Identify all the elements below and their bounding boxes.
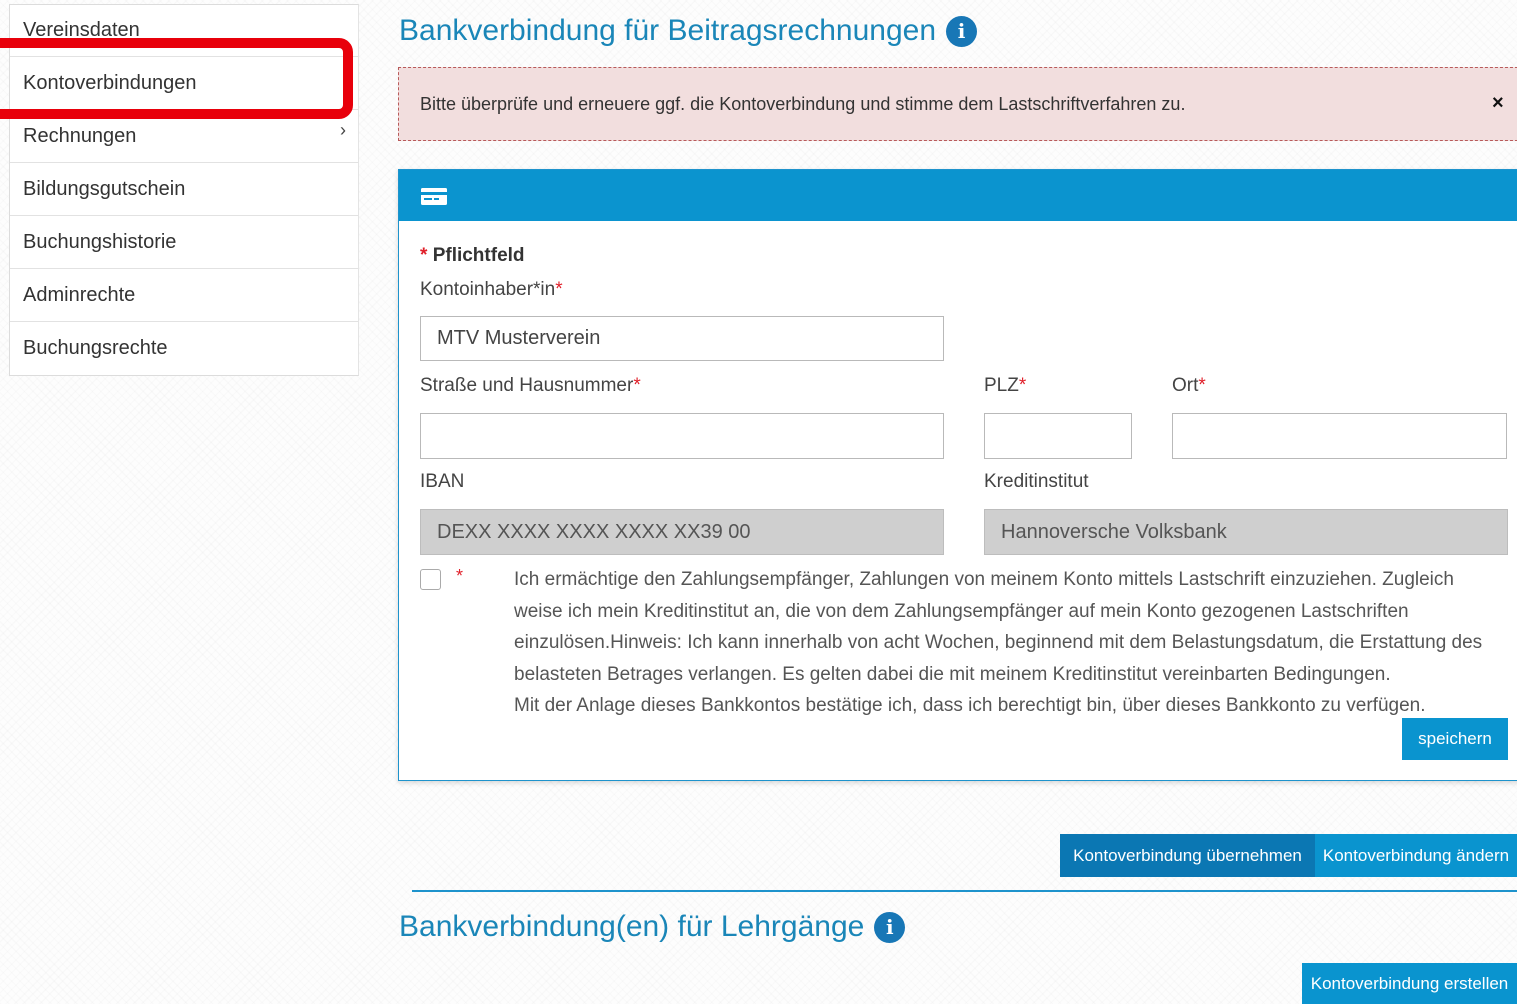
sidebar-item-vereinsdaten[interactable]: Vereinsdaten <box>10 5 358 57</box>
iban-field: DEXX XXXX XXXX XXXX XX39 00 <box>420 509 944 555</box>
street-label: Straße und Hausnummer* <box>420 375 641 396</box>
section-title: Bankverbindung(en) für Lehrgänge <box>399 910 865 943</box>
sidebar-item-buchungsrechte[interactable]: Buchungsrechte <box>10 322 358 375</box>
required-note: * Pflichtfeld <box>420 245 525 266</box>
card-header <box>399 170 1517 221</box>
sidebar-item-label: Buchungsrechte <box>23 337 168 359</box>
sidebar-item-label: Kontoverbindungen <box>23 71 197 94</box>
consent-required-marker: * <box>456 566 464 586</box>
info-icon[interactable]: i <box>874 911 906 943</box>
sidebar-item-adminrechte[interactable]: Adminrechte <box>10 269 358 322</box>
alert-message: Bitte überprüfe und erneuere ggf. die Ko… <box>398 67 1517 141</box>
consent-checkbox[interactable] <box>420 569 441 590</box>
sidebar-item-bildungsgutschein[interactable]: Bildungsgutschein <box>10 163 358 216</box>
city-label: Ort* <box>1172 375 1206 396</box>
section-title-lehrgaenge: Bankverbindung(en) für Lehrgänge i <box>399 910 906 944</box>
iban-label: IBAN <box>420 471 465 492</box>
sidebar-item-label: Bildungsgutschein <box>23 177 186 200</box>
adopt-account-button[interactable]: Kontoverbindung übernehmen <box>1060 834 1315 877</box>
sidebar-item-buchungshistorie[interactable]: Buchungshistorie <box>10 216 358 269</box>
bank-field: Hannoversche Volksbank <box>984 509 1508 555</box>
account-holder-label: Kontoinhaber*in* <box>420 279 563 300</box>
sidebar-item-label: Buchungshistorie <box>23 230 177 253</box>
sidebar-item-kontoverbindungen[interactable]: Kontoverbindungen <box>10 57 358 110</box>
save-button[interactable]: speichern <box>1402 718 1508 760</box>
sidebar-item-label: Vereinsdaten <box>23 19 140 41</box>
sidebar-item-rechnungen[interactable]: Rechnungen › <box>10 110 358 163</box>
street-input[interactable] <box>420 413 944 459</box>
zip-input[interactable] <box>984 413 1132 459</box>
sidebar: Vereinsdaten Kontoverbindungen Rechnunge… <box>9 4 359 376</box>
page-title: Bankverbindung für Beitragsrechnungen i <box>399 14 978 48</box>
change-account-button[interactable]: Kontoverbindung ändern <box>1315 834 1517 877</box>
credit-card-icon <box>421 188 447 205</box>
chevron-right-icon: › <box>340 120 346 140</box>
consent-text: Ich ermächtige den Zahlungsempfänger, Za… <box>514 569 1483 716</box>
sidebar-item-label: Rechnungen <box>23 124 137 147</box>
close-icon[interactable]: × <box>1492 92 1504 115</box>
bank-account-card: * Pflichtfeld Kontoinhaber*in* MTV Muste… <box>398 169 1517 781</box>
alert-text: Bitte überprüfe und erneuere ggf. die Ko… <box>420 93 1186 114</box>
create-account-button[interactable]: Kontoverbindung erstellen <box>1302 963 1517 1004</box>
account-holder-input[interactable]: MTV Musterverein <box>420 316 944 361</box>
sidebar-item-label: Adminrechte <box>23 283 136 306</box>
section-title: Bankverbindung für Beitragsrechnungen <box>399 14 937 47</box>
info-icon[interactable]: i <box>946 15 978 47</box>
zip-label: PLZ* <box>984 375 1027 396</box>
section-divider <box>412 890 1517 892</box>
bank-label: Kreditinstitut <box>984 471 1089 492</box>
city-input[interactable] <box>1172 413 1507 459</box>
